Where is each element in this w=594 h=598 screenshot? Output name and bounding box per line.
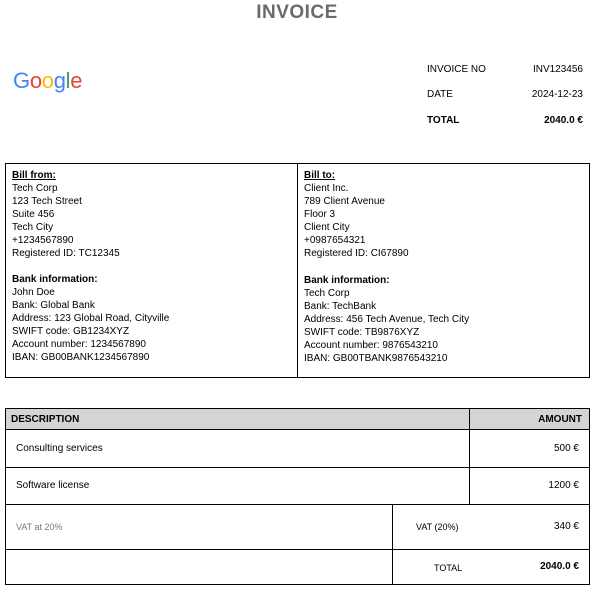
bill-to-bank-line: Account number: 9876543210 [304, 340, 438, 351]
bill-to-line: +0987654321 [304, 235, 366, 246]
grand-total-label: TOTAL [434, 563, 463, 573]
line-items-table: DESCRIPTION AMOUNT Consulting services 5… [5, 408, 590, 585]
bill-from-line: 123 Tech Street [12, 196, 82, 207]
vat-note: VAT at 20% [16, 522, 63, 532]
bill-from-heading: Bill from: [12, 170, 56, 181]
bill-to-bank-line: IBAN: GB00TBANK9876543210 [304, 353, 448, 364]
vat-label: VAT (20%) [416, 522, 459, 532]
item-description: Software license [16, 480, 90, 491]
bill-from-section: Bill from: Tech Corp 123 Tech Street Sui… [6, 164, 298, 377]
bill-from-line: Tech Corp [12, 183, 58, 194]
row-divider [6, 504, 589, 505]
document-title: INVOICE [256, 2, 338, 23]
item-description: Consulting services [16, 443, 103, 454]
bill-from-line: Suite 456 [12, 209, 55, 220]
invoice-total-label: TOTAL [427, 115, 460, 126]
bill-to-line: Client Inc. [304, 183, 349, 194]
invoice-total-value: 2040.0 € [544, 115, 583, 126]
logo-letter: o [29, 68, 42, 93]
invoice-number-value: INV123456 [532, 64, 583, 75]
bill-from-line: +1234567890 [12, 235, 74, 246]
logo-letter: o [41, 68, 54, 93]
bill-from-bank-line: Account number: 1234567890 [12, 339, 146, 350]
company-logo: Google [13, 68, 82, 94]
bill-from-line: Registered ID: TC12345 [12, 248, 120, 259]
bill-from-line: Tech City [12, 222, 54, 233]
grand-total-amount: 2040.0 € [540, 561, 579, 572]
invoice-number-label: INVOICE NO [427, 64, 486, 75]
item-amount: 1200 € [548, 480, 579, 491]
bill-to-bank-line: Address: 456 Tech Avenue, Tech City [304, 314, 470, 325]
bill-from-bank-line: John Doe [12, 287, 55, 298]
vat-amount: 340 € [553, 521, 579, 532]
bill-from-bank-line: Address: 123 Global Road, Cityville [12, 313, 170, 324]
bill-to-bank-line: SWIFT code: TB9876XYZ [304, 327, 420, 338]
summary-column-divider [392, 504, 393, 584]
item-amount: 500 € [553, 443, 579, 454]
bill-to-bank-heading: Bank information: [304, 275, 390, 286]
logo-letter: e [70, 68, 83, 93]
bill-to-line: Floor 3 [304, 209, 336, 220]
column-header-description: DESCRIPTION [11, 414, 80, 425]
table-header: DESCRIPTION AMOUNT [6, 409, 589, 430]
row-divider [6, 467, 589, 468]
bill-to-bank-line: Bank: TechBank [304, 301, 377, 312]
amount-column-divider [469, 409, 470, 504]
billing-box: Bill from: Tech Corp 123 Tech Street Sui… [5, 163, 590, 378]
invoice-date-value: 2024-12-23 [531, 89, 583, 100]
bill-from-bank-heading: Bank information: [12, 274, 98, 285]
bill-from-bank-line: Bank: Global Bank [12, 300, 95, 311]
logo-letter: G [13, 68, 30, 93]
bill-from-bank-line: IBAN: GB00BANK1234567890 [12, 352, 150, 363]
bill-to-section: Bill to: Client Inc. 789 Client Avenue F… [298, 164, 589, 377]
bill-to-heading: Bill to: [304, 170, 336, 181]
logo-letter: g [53, 68, 66, 93]
bill-to-line: Registered ID: CI67890 [304, 248, 409, 259]
bill-to-line: Client City [304, 222, 350, 233]
bill-from-bank-line: SWIFT code: GB1234XYZ [12, 326, 130, 337]
bill-to-bank-line: Tech Corp [304, 288, 350, 299]
invoice-date-label: DATE [427, 89, 453, 100]
bill-to-line: 789 Client Avenue [304, 196, 385, 207]
column-header-amount: AMOUNT [538, 414, 582, 425]
row-divider [6, 549, 589, 550]
